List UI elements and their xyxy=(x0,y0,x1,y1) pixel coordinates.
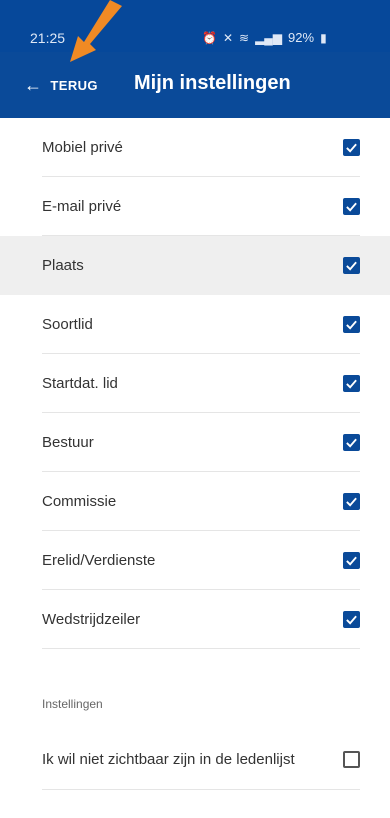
app-screen: 21:25 ⏰ ✕ ≋ ▂▄▆ 92% ▮ ← TERUG Mijn inste… xyxy=(0,0,390,818)
section-heading-instellingen: Instellingen xyxy=(42,697,103,711)
alarm-icon: ⏰ xyxy=(202,30,217,45)
top-app-bar: ← TERUG Mijn instellingen xyxy=(0,52,390,118)
divider xyxy=(42,648,360,649)
checkbox-checked[interactable] xyxy=(343,552,360,569)
setting-row-commissie[interactable]: Commissie xyxy=(0,472,390,531)
status-bar: 21:25 ⏰ ✕ ≋ ▂▄▆ 92% ▮ xyxy=(0,0,390,52)
checkbox-checked[interactable] xyxy=(343,257,360,274)
checkbox-checked[interactable] xyxy=(343,611,360,628)
check-icon xyxy=(346,261,357,271)
status-icons: ⏰ ✕ ≋ ▂▄▆ 92% ▮ xyxy=(202,30,327,45)
setting-label: Commissie xyxy=(42,493,117,510)
setting-label: Startdat. lid xyxy=(42,375,118,392)
setting-row-erelid-verdienste[interactable]: Erelid/Verdienste xyxy=(0,531,390,590)
setting-label: Mobiel privé xyxy=(42,139,123,156)
check-icon xyxy=(346,438,357,448)
setting-row-email-prive[interactable]: E-mail privé xyxy=(0,177,390,236)
checkbox-checked[interactable] xyxy=(343,434,360,451)
settings-list: Mobiel privé E-mail privé Plaats Soortli… xyxy=(0,118,390,649)
setting-row-niet-zichtbaar[interactable]: Ik wil niet zichtbaar zijn in de ledenli… xyxy=(0,730,390,789)
back-button[interactable]: ← TERUG xyxy=(24,72,98,98)
check-icon xyxy=(346,379,357,389)
checkbox-checked[interactable] xyxy=(343,493,360,510)
arrow-left-icon: ← xyxy=(24,75,43,95)
page-title: Mijn instellingen xyxy=(134,72,291,94)
check-icon xyxy=(346,615,357,625)
checkbox-checked[interactable] xyxy=(343,316,360,333)
wifi-icon: ≋ xyxy=(239,30,250,45)
mute-icon: ✕ xyxy=(222,30,234,45)
check-icon xyxy=(346,202,357,212)
setting-row-plaats[interactable]: Plaats xyxy=(0,236,390,295)
setting-label: Ik wil niet zichtbaar zijn in de ledenli… xyxy=(42,751,295,768)
setting-label: Plaats xyxy=(42,257,84,274)
setting-row-soortlid[interactable]: Soortlid xyxy=(0,295,390,354)
setting-row-wedstrijdzeiler[interactable]: Wedstrijdzeiler xyxy=(0,590,390,649)
back-label: TERUG xyxy=(50,77,98,93)
signal-icon: ▂▄▆ xyxy=(255,30,283,45)
orange-pointer-arrow-icon xyxy=(70,0,122,62)
battery-percent: 92% xyxy=(288,30,315,45)
setting-label: Bestuur xyxy=(42,434,94,451)
checkbox-unchecked[interactable] xyxy=(343,751,360,768)
checkbox-checked[interactable] xyxy=(343,198,360,215)
setting-row-mobiel-prive[interactable]: Mobiel privé xyxy=(0,118,390,177)
check-icon xyxy=(346,320,357,330)
setting-label: Erelid/Verdienste xyxy=(42,552,156,569)
check-icon xyxy=(346,497,357,507)
checkbox-checked[interactable] xyxy=(343,375,360,392)
setting-row-startdat-lid[interactable]: Startdat. lid xyxy=(0,354,390,413)
setting-label: Soortlid xyxy=(42,316,93,333)
setting-row-bestuur[interactable]: Bestuur xyxy=(0,413,390,472)
setting-label: Wedstrijdzeiler xyxy=(42,611,141,628)
setting-label: E-mail privé xyxy=(42,198,122,215)
check-icon xyxy=(346,143,357,153)
check-icon xyxy=(346,556,357,566)
divider xyxy=(42,789,360,790)
battery-icon: ▮ xyxy=(320,30,327,45)
checkbox-checked[interactable] xyxy=(343,139,360,156)
